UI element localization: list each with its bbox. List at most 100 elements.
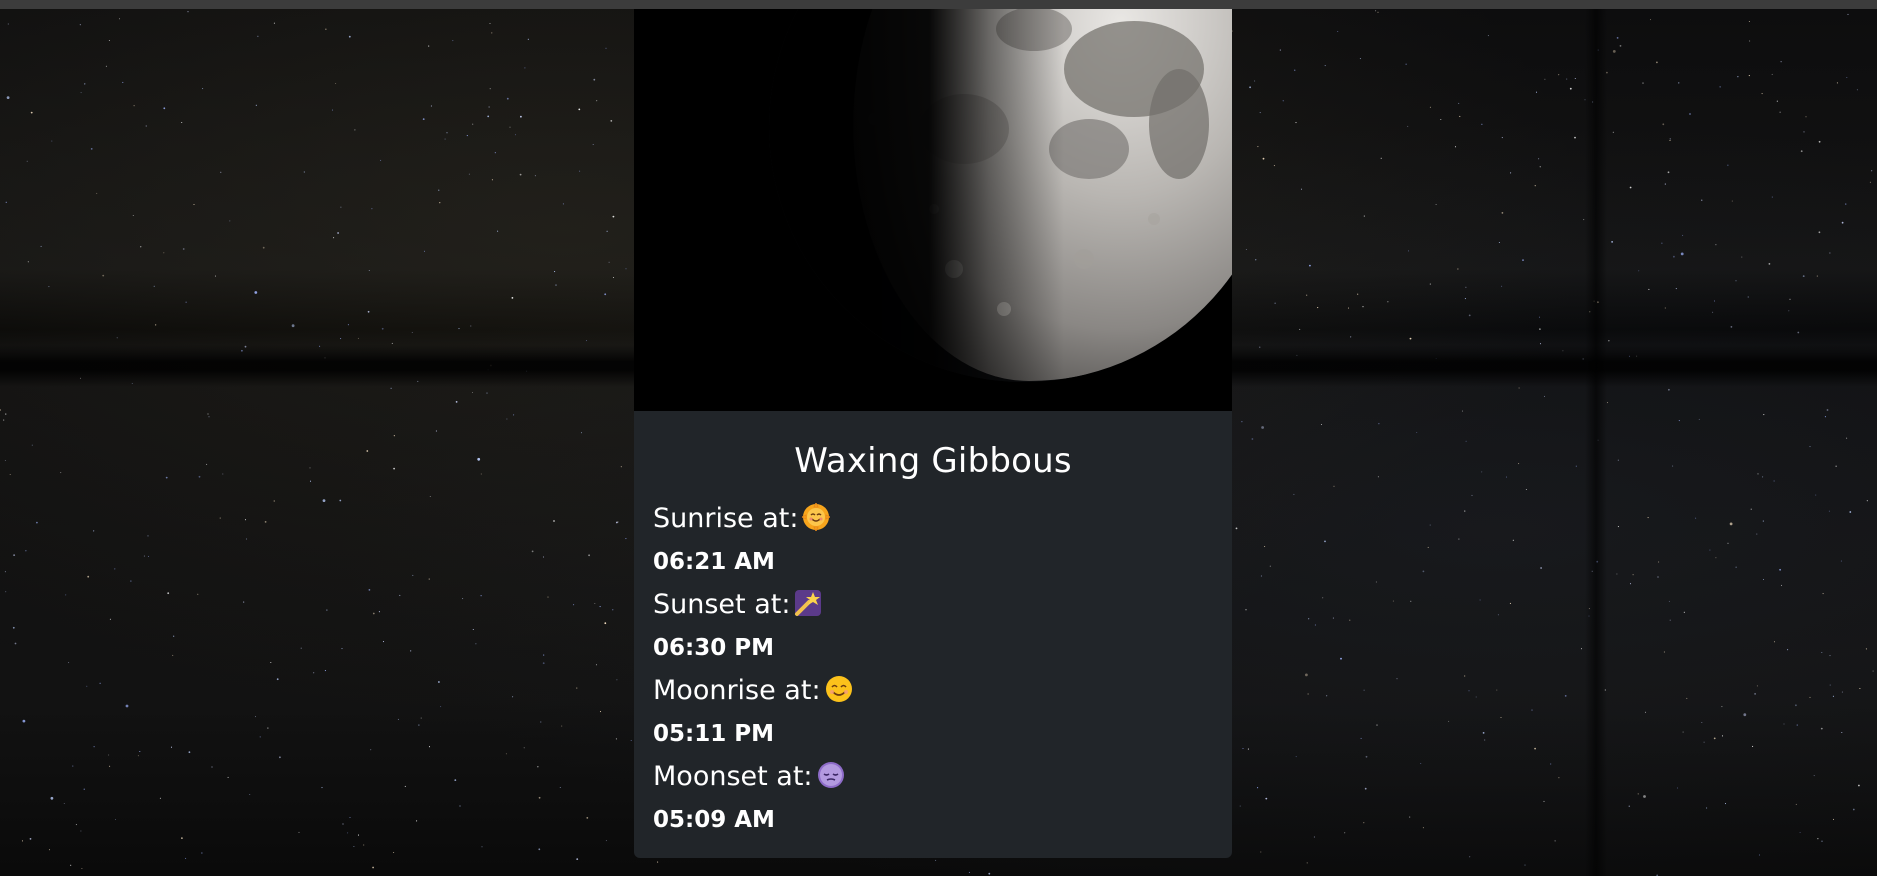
- star: [1729, 522, 1733, 526]
- star: [1241, 421, 1243, 423]
- star: [342, 823, 344, 825]
- star: [368, 269, 370, 272]
- star: [185, 301, 187, 303]
- star: [130, 580, 132, 582]
- star: [1682, 234, 1684, 236]
- star: [1274, 302, 1276, 304]
- star: [559, 786, 561, 789]
- star: [333, 237, 335, 239]
- star: [1468, 690, 1470, 692]
- star: [259, 736, 261, 738]
- star: [163, 252, 165, 254]
- star: [181, 121, 183, 124]
- star: [615, 521, 618, 524]
- star: [1619, 45, 1622, 47]
- star: [520, 115, 522, 118]
- star: [1257, 146, 1259, 148]
- star: [462, 598, 464, 600]
- star: [1750, 508, 1752, 510]
- star: [244, 519, 247, 521]
- star: [1357, 293, 1359, 295]
- star: [1762, 476, 1764, 478]
- star: [1737, 76, 1739, 78]
- star: [170, 746, 173, 748]
- star: [80, 830, 82, 832]
- star: [1254, 80, 1256, 82]
- star: [562, 203, 564, 205]
- star: [367, 310, 370, 313]
- star: [137, 755, 139, 757]
- star: [438, 189, 440, 191]
- star: [615, 738, 617, 740]
- star: [207, 413, 209, 415]
- smiling-face-icon: [825, 675, 853, 703]
- star: [1829, 684, 1831, 686]
- star: [605, 47, 607, 49]
- star: [428, 578, 430, 580]
- star: [87, 575, 90, 578]
- star: [1668, 388, 1670, 391]
- browser-top-bar: [0, 0, 1877, 9]
- star: [1540, 567, 1542, 569]
- star: [1364, 787, 1367, 790]
- star: [1299, 328, 1301, 330]
- star: [542, 662, 545, 665]
- star: [1524, 864, 1526, 866]
- star: [122, 81, 124, 83]
- star: [155, 324, 157, 326]
- star: [1846, 437, 1848, 439]
- star: [1741, 256, 1743, 258]
- star: [185, 857, 187, 859]
- star: [1468, 314, 1471, 317]
- moonrise-time: 05:11 PM: [653, 721, 774, 747]
- star: [1422, 827, 1424, 829]
- star: [537, 766, 539, 768]
- star: [243, 601, 245, 603]
- star: [1482, 732, 1485, 734]
- star: [1826, 409, 1829, 411]
- star: [1649, 19, 1652, 21]
- star: [1656, 61, 1658, 64]
- star: [211, 766, 213, 768]
- star: [114, 818, 117, 821]
- sunrise-time: 06:21 AM: [653, 549, 775, 575]
- star: [1448, 720, 1450, 722]
- star: [455, 401, 458, 403]
- star: [83, 788, 85, 790]
- star: [393, 851, 395, 854]
- star: [1709, 549, 1711, 551]
- star: [588, 554, 590, 557]
- star: [50, 796, 54, 800]
- star: [438, 681, 440, 683]
- star: [1763, 414, 1765, 416]
- star: [1757, 473, 1759, 475]
- star: [1701, 199, 1703, 201]
- star: [1818, 231, 1821, 234]
- moonrise-label-row: Moonrise at:: [653, 675, 853, 706]
- star: [1678, 420, 1680, 422]
- star: [22, 719, 26, 723]
- star: [1479, 599, 1481, 601]
- star: [347, 832, 349, 834]
- star: [390, 387, 392, 389]
- sunset-label-row: Sunset at:: [653, 589, 822, 620]
- star: [1802, 275, 1805, 277]
- star: [480, 595, 482, 597]
- star: [1543, 800, 1545, 802]
- star: [1564, 695, 1567, 697]
- star: [1324, 65, 1326, 67]
- moonset-label-row: Moonset at:: [653, 761, 845, 792]
- star: [509, 126, 511, 128]
- star: [1365, 755, 1368, 758]
- star: [1727, 542, 1729, 544]
- star: [348, 35, 351, 38]
- star: [291, 324, 295, 328]
- star: [1242, 747, 1244, 750]
- sunset-label: Sunset at:: [653, 589, 791, 620]
- star: [1484, 739, 1486, 741]
- star: [514, 134, 517, 136]
- star: [1257, 787, 1259, 789]
- star: [1748, 20, 1750, 23]
- star: [254, 716, 257, 718]
- star: [1262, 157, 1265, 160]
